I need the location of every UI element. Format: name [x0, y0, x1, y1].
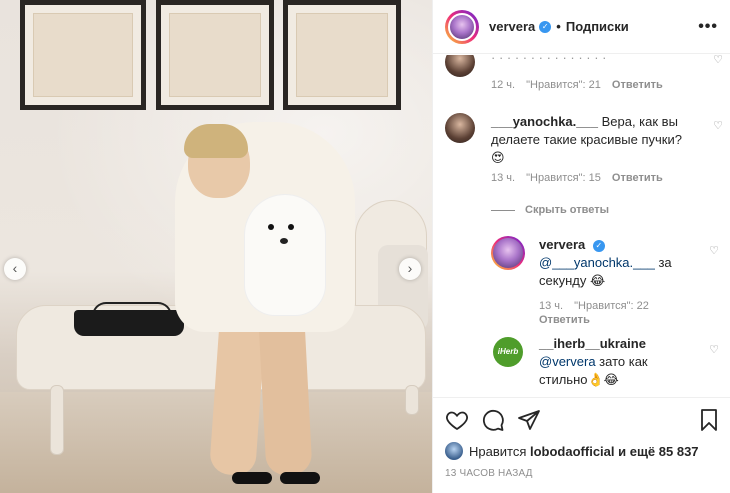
avatar[interactable]: [493, 238, 523, 268]
more-options-icon[interactable]: •••: [698, 18, 718, 36]
botanical-frame-2: [156, 0, 274, 110]
comment-bubble-icon[interactable]: [481, 408, 505, 432]
shoe: [280, 472, 320, 484]
post-sidebar: ververa ✓ • Подписки ••• · · · · · · · ·…: [432, 0, 730, 493]
bench-leg: [405, 385, 419, 415]
reply-username[interactable]: __iherb__ukraine: [539, 336, 646, 351]
divider-line: [491, 209, 515, 211]
avatar[interactable]: [445, 113, 475, 143]
chevron-right-icon[interactable]: ›: [399, 258, 421, 280]
reply-username[interactable]: ververa: [539, 237, 585, 252]
reply-button[interactable]: Ответить: [612, 172, 663, 184]
hide-replies-label: Скрыть ответы: [525, 204, 609, 216]
reply-button[interactable]: Ответить: [612, 79, 663, 91]
hide-replies-button[interactable]: Скрыть ответы: [491, 204, 609, 216]
reply-body: ververa ✓ @___yanochka.___ за секунду 😂: [539, 236, 689, 291]
chevron-left-icon[interactable]: ‹: [4, 258, 26, 280]
comment-likes[interactable]: "Нравится": 15: [526, 172, 601, 184]
white-dog: [245, 195, 325, 315]
avatar[interactable]: [445, 55, 475, 77]
comment-text-partial: · · · · · · · · · · · · · · ·: [491, 55, 607, 65]
shoe: [232, 472, 272, 484]
botanical-frame-1: [20, 0, 146, 110]
post-timestamp[interactable]: 13 ЧАСОВ НАЗАД: [445, 468, 533, 479]
avatar[interactable]: [448, 12, 476, 41]
verified-badge-icon: ✓: [539, 20, 552, 33]
handbag: [74, 310, 184, 336]
heart-outline-icon[interactable]: ♡: [713, 119, 723, 132]
post-header: ververa ✓ • Подписки •••: [433, 0, 730, 54]
like-heart-icon[interactable]: [445, 408, 469, 432]
likes-prefix: Нравится: [469, 443, 527, 459]
separator-dot: •: [556, 19, 561, 34]
ok-hand-laughing-emoji: 👌😂: [587, 373, 619, 388]
reply-meta: 13 ч. "Нравится": 22 Ответить: [539, 299, 679, 327]
woman-hair: [184, 124, 248, 158]
heart-outline-icon[interactable]: ♡: [713, 55, 723, 66]
heart-eyes-emoji: 😍: [491, 151, 505, 166]
comment-item: ___yanochka.___ Вера, как вы делаете так…: [445, 113, 725, 173]
following-button[interactable]: Подписки: [566, 19, 629, 34]
dog-nose: [280, 238, 288, 244]
mention-link[interactable]: @___yanochka.___: [539, 255, 655, 270]
iherb-logo-avatar[interactable]: iHerb: [493, 337, 523, 367]
username-link[interactable]: ververa: [489, 19, 535, 34]
post-actions: Нравится lobodaofficial и ещё 85 837 13 …: [433, 397, 730, 493]
post-photo: ‹ ›: [0, 0, 432, 493]
botanical-frame-3: [283, 0, 401, 110]
reply-body: __iherb__ukraine @ververa зато как стиль…: [539, 335, 689, 390]
reply-button[interactable]: Ответить: [539, 314, 590, 326]
reply-likes[interactable]: "Нравится": 22: [574, 300, 649, 312]
liker-avatar[interactable]: [445, 442, 463, 460]
heart-outline-icon[interactable]: ♡: [709, 343, 719, 356]
share-paper-plane-icon[interactable]: [517, 408, 541, 432]
reply-item: iHerb __iherb__ukraine @ververa зато как…: [491, 335, 725, 395]
likes-count[interactable]: и ещё 85 837: [618, 444, 698, 459]
likes-summary: Нравится lobodaofficial и ещё 85 837: [445, 442, 699, 460]
comment-time: 13 ч.: [491, 172, 516, 184]
reply-item: ververa ✓ @___yanochka.___ за секунду 😂 …: [491, 236, 725, 306]
dog-eye: [268, 224, 274, 230]
heart-outline-icon[interactable]: ♡: [709, 244, 719, 257]
comment-body: ___yanochka.___ Вера, как вы делаете так…: [491, 113, 687, 168]
action-bar: [445, 408, 721, 434]
bench-leg: [50, 385, 64, 455]
reply-time: 13 ч.: [539, 300, 564, 312]
comment-username[interactable]: ___yanochka.___: [491, 114, 598, 129]
comment-meta: 13 ч. "Нравится": 15 Ответить: [491, 172, 671, 184]
bookmark-icon[interactable]: [697, 408, 721, 432]
instagram-post: ‹ › ververa ✓ • Подписки ••• · · · · · ·…: [0, 0, 730, 493]
story-ring[interactable]: [491, 236, 525, 270]
liker-username[interactable]: lobodaofficial: [530, 444, 615, 459]
story-ring[interactable]: [445, 9, 479, 44]
comment-time: 12 ч.: [491, 79, 516, 91]
comment-meta: 12 ч. "Нравится": 21 Ответить: [491, 79, 671, 91]
comments-list[interactable]: · · · · · · · · · · · · · · · ♡ 12 ч. "Н…: [433, 55, 730, 397]
verified-badge-icon: ✓: [592, 239, 605, 252]
mention-link[interactable]: @ververa: [539, 354, 596, 369]
dog-eye: [288, 224, 294, 230]
laughing-emoji: 😂: [589, 274, 606, 289]
comment-likes[interactable]: "Нравится": 21: [526, 79, 601, 91]
